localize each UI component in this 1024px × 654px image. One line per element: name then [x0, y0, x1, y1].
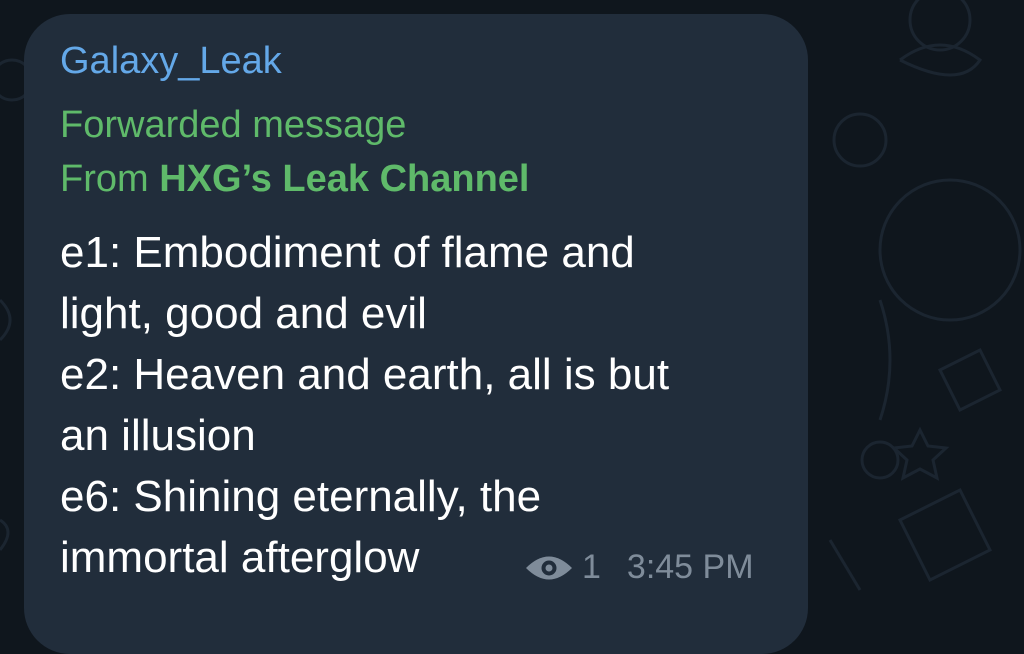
forwarded-label: Forwarded message — [60, 104, 407, 146]
view-count: 1 — [582, 548, 601, 586]
message-line: light, good and evil — [60, 289, 427, 338]
message-line: an illusion — [60, 411, 256, 460]
message-time: 3:45 PM — [626, 548, 754, 586]
message-meta: 1 3:45 PM — [524, 548, 754, 587]
forwarded-channel-link[interactable]: HXG’s Leak Channel — [159, 158, 529, 200]
message-line: e1: Embodiment of flame and — [60, 228, 635, 277]
sender-name[interactable]: Galaxy_Leak — [60, 40, 282, 83]
eye-icon — [526, 556, 572, 579]
forwarded-from: From HXG’s Leak Channel — [60, 158, 529, 201]
message-line: e2: Heaven and earth, all is but — [60, 350, 670, 399]
message-text: e1: Embodiment of flame and light, good … — [60, 222, 800, 588]
forwarded-from-prefix: From — [60, 158, 149, 200]
message-line: e6: Shining eternally, the — [60, 472, 542, 521]
